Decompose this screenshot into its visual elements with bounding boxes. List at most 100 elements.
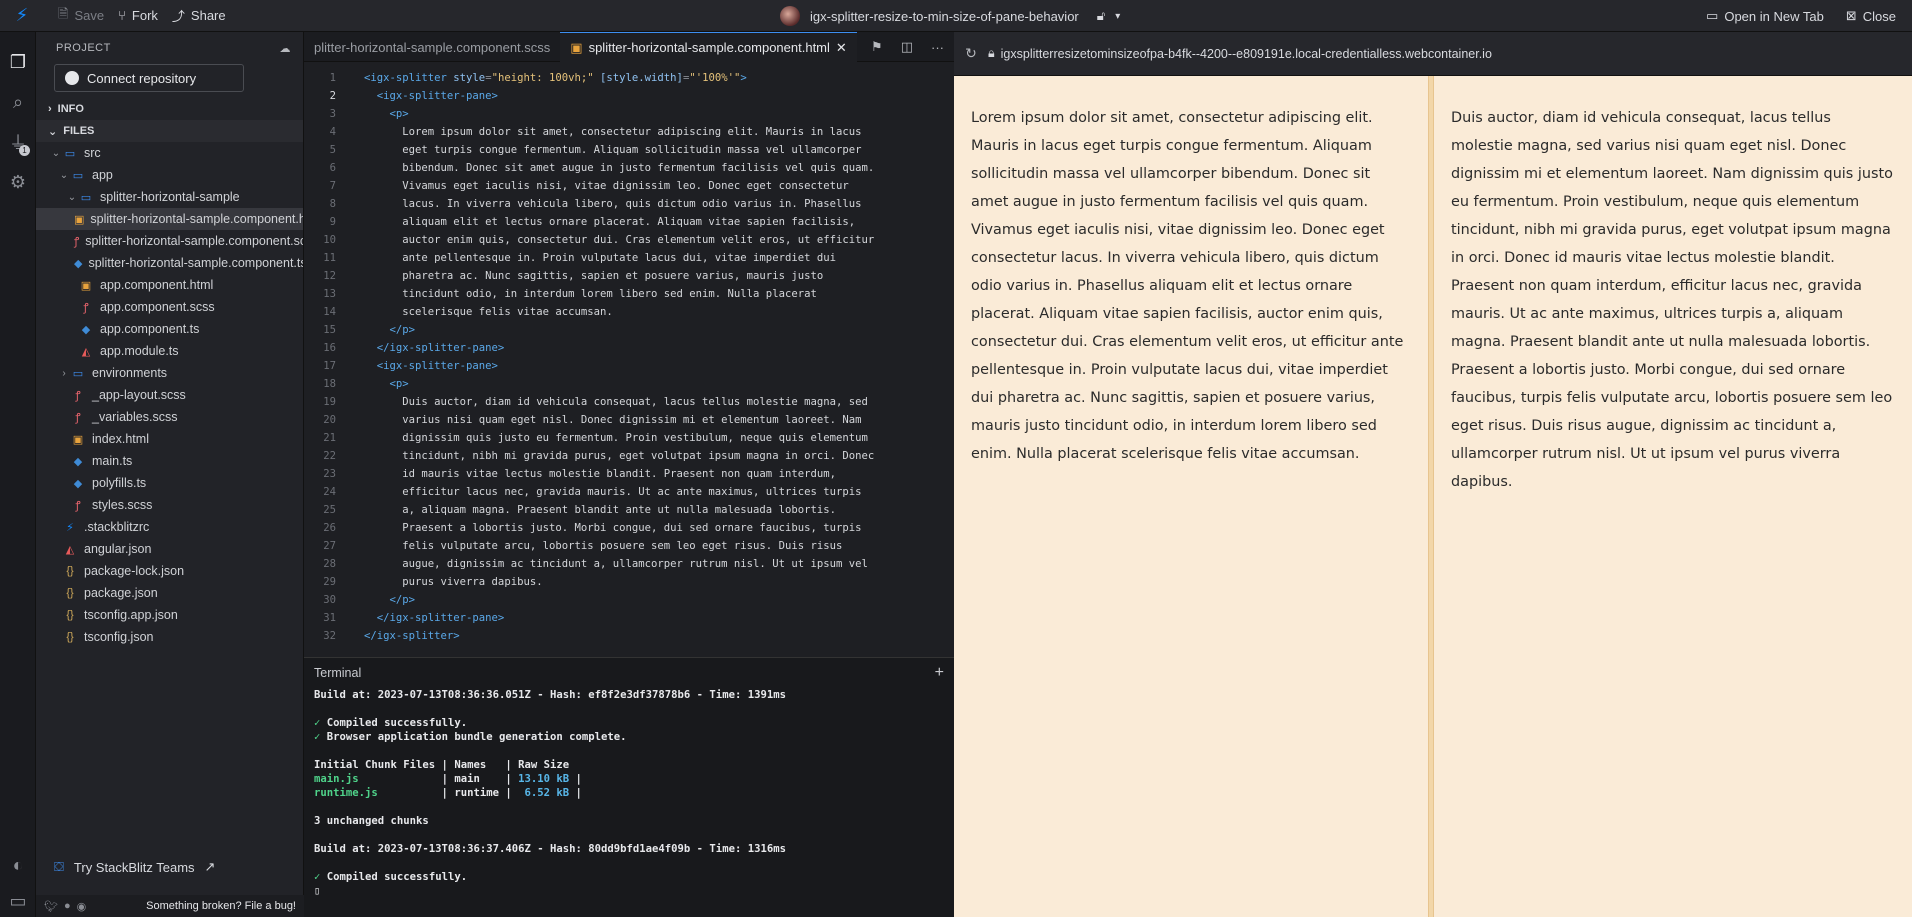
- splitter: Lorem ipsum dolor sit amet, consectetur …: [954, 76, 1912, 917]
- code-token: bibendum. Donec sit amet augue in justo …: [364, 162, 875, 174]
- external-link-icon: ↗: [204, 859, 216, 874]
- files-icon[interactable]: ❐: [0, 42, 36, 82]
- save-button[interactable]: 🗎 Save: [58, 0, 104, 32]
- file-tree-item[interactable]: {} package-lock.json: [36, 560, 303, 582]
- file-tree-label: _variables.scss: [92, 410, 178, 424]
- terminal-token: Build at: 2023-07-13T08:36:37.406Z - Has…: [314, 843, 786, 855]
- file-tree-item[interactable]: ⚡ .stackblitzrc: [36, 516, 303, 538]
- code-area[interactable]: 1 <igx-splitter style="height: 100vh;" [s…: [304, 72, 954, 657]
- share-button[interactable]: ⤴ Share: [172, 0, 226, 32]
- file-tree-item[interactable]: ꝭ app.component.scss: [36, 296, 303, 318]
- panel-toggle-icon[interactable]: ▭: [0, 885, 36, 917]
- file-tree-item[interactable]: ▣ index.html: [36, 428, 303, 450]
- json-file-icon: {}: [66, 587, 74, 599]
- file-tree-item[interactable]: ⌄ ▭ splitter-horizontal-sample: [36, 186, 303, 208]
- line-number: 25: [323, 504, 336, 516]
- tab-scss[interactable]: plitter-horizontal-sample.component.scss: [304, 32, 560, 62]
- file-tree-item[interactable]: ◆ main.ts: [36, 450, 303, 472]
- terminal-line: 3 unchanged chunks: [314, 814, 944, 828]
- add-terminal-icon[interactable]: +: [935, 664, 944, 682]
- code-content: Lorem ipsum dolor sit amet, consectetur …: [340, 126, 861, 144]
- search-icon[interactable]: ⌕: [0, 82, 36, 122]
- file-tree-item[interactable]: › ▭ environments: [36, 362, 303, 384]
- more-icon[interactable]: ···: [931, 40, 944, 55]
- cloud-icon[interactable]: ☁: [280, 42, 292, 55]
- line-number: 5: [329, 144, 336, 156]
- file-tree-item[interactable]: ⌄ ▭ src: [36, 142, 303, 164]
- file-tree-item[interactable]: ⌄ ▭ app: [36, 164, 303, 186]
- close-tab-icon[interactable]: ✕: [836, 40, 847, 56]
- file-tree-item[interactable]: ◭ angular.json: [36, 538, 303, 560]
- chevron-down-icon: ⌄: [59, 169, 69, 181]
- file-tree-label: environments: [92, 366, 168, 380]
- tab-html[interactable]: ▣ splitter-horizontal-sample.component.h…: [560, 32, 857, 62]
- info-section-header[interactable]: › INFO: [36, 98, 303, 120]
- angular-file-icon: ◭: [81, 345, 91, 358]
- report-bug-link[interactable]: Something broken? File a bug!: [146, 900, 296, 912]
- code-token: </igx-splitter>: [364, 630, 460, 642]
- file-tree-item[interactable]: ꝭ _app-layout.scss: [36, 384, 303, 406]
- close-button[interactable]: ⊠ Close: [1846, 8, 1896, 24]
- file-tree-item[interactable]: ◆ splitter-horizontal-sample.component.ts: [36, 252, 303, 274]
- terminal-output[interactable]: Build at: 2023-07-13T08:36:36.051Z - Has…: [304, 688, 954, 898]
- file-tree-item[interactable]: {} tsconfig.json: [36, 626, 303, 648]
- code-content: pharetra ac. Nunc sagittis, sapien et po…: [340, 270, 823, 288]
- stackblitz-logo-icon[interactable]: ⚡: [0, 0, 44, 32]
- flag-icon[interactable]: ⚑: [871, 39, 883, 55]
- angular-file-icon: ◭: [65, 543, 75, 556]
- code-line: 14 scelerisque felis vitae accumsan.: [304, 306, 954, 324]
- terminal-line: ✓ Compiled successfully.: [314, 870, 944, 884]
- code-token: ante pellentesque in. Proin vulputate la…: [364, 252, 836, 264]
- code-content: <p>: [340, 108, 409, 126]
- line-number: 17: [323, 360, 336, 372]
- file-tree-item[interactable]: {} tsconfig.app.json: [36, 604, 303, 626]
- twitter-icon[interactable]: 🐦︎: [44, 900, 58, 913]
- code-token: scelerisque felis vitae accumsan.: [364, 306, 613, 318]
- reload-icon[interactable]: ↻: [954, 45, 988, 62]
- file-tree-item[interactable]: ꝭ splitter-horizontal-sample.component.sc…: [36, 230, 303, 252]
- open-new-tab-button[interactable]: ▭ Open in New Tab: [1706, 8, 1824, 24]
- line-number: 2: [329, 90, 336, 102]
- connect-repository-button[interactable]: Connect repository: [54, 64, 244, 92]
- project-title-area[interactable]: igx-splitter-resize-to-min-size-of-pane-…: [780, 0, 1120, 32]
- file-tree-item[interactable]: ꝭ styles.scss: [36, 494, 303, 516]
- code-content: a, aliquam magna. Praesent blandit ante …: [340, 504, 836, 522]
- theme-toggle-icon[interactable]: ◐: [0, 845, 36, 885]
- code-line: 10 auctor enim quis, consectetur dui. Cr…: [304, 234, 954, 252]
- project-title: igx-splitter-resize-to-min-size-of-pane-…: [810, 8, 1079, 24]
- file-tree-item[interactable]: ▣ splitter-horizontal-sample.component.ht…: [36, 208, 303, 230]
- file-tree-label: app.component.ts: [100, 322, 200, 336]
- line-number: 13: [323, 288, 336, 300]
- code-token: tincidunt odio, in interdum lorem libero…: [364, 288, 817, 300]
- ts-file-icon: ◆: [74, 257, 83, 270]
- project-sidebar: PROJECT ☁ Connect repository › INFO ⌄ FI…: [36, 32, 304, 917]
- code-line: 20 varius nisi quam eget nisl. Donec dig…: [304, 414, 954, 432]
- file-tree-item[interactable]: ◭ app.module.ts: [36, 340, 303, 362]
- plugin-icon[interactable]: ⏚ 1: [0, 122, 36, 162]
- github-small-icon[interactable]: ●: [64, 900, 71, 913]
- terminal-token: ✓: [314, 731, 327, 743]
- fork-button[interactable]: ⑂ Fork: [118, 0, 158, 32]
- file-tree-item[interactable]: ◆ polyfills.ts: [36, 472, 303, 494]
- try-teams-link[interactable]: ⛋ Try StackBlitz Teams ↗: [36, 847, 304, 887]
- file-tree-item[interactable]: ▣ app.component.html: [36, 274, 303, 296]
- splitter-pane-2: Duis auctor, diam id vehicula consequat,…: [1434, 76, 1912, 917]
- code-line: 28 augue, dignissim ac tincidunt a, ulla…: [304, 558, 954, 576]
- discord-icon[interactable]: ◉: [77, 900, 87, 913]
- gear-icon[interactable]: ⚙: [0, 162, 36, 202]
- files-section-header[interactable]: ⌄ FILES: [36, 120, 303, 142]
- html-file-icon: ▣: [72, 433, 84, 446]
- activity-bar: ❐ ⌕ ⏚ 1 ⚙ ◐ ▭: [0, 32, 36, 917]
- code-content: <igx-splitter-pane>: [340, 90, 498, 108]
- file-tree-item[interactable]: ◆ app.component.ts: [36, 318, 303, 340]
- file-tree-label: polyfills.ts: [92, 476, 147, 490]
- split-editor-icon[interactable]: ◫: [901, 39, 913, 55]
- file-tree-item[interactable]: ꝭ _variables.scss: [36, 406, 303, 428]
- line-number: 1: [329, 72, 336, 84]
- preview-url[interactable]: igxsplitterresizetominsizeofpa-b4fk--420…: [1001, 47, 1492, 61]
- code-token: style: [453, 72, 486, 84]
- code-content: Duis auctor, diam id vehicula consequat,…: [340, 396, 868, 414]
- file-tree-item[interactable]: {} package.json: [36, 582, 303, 604]
